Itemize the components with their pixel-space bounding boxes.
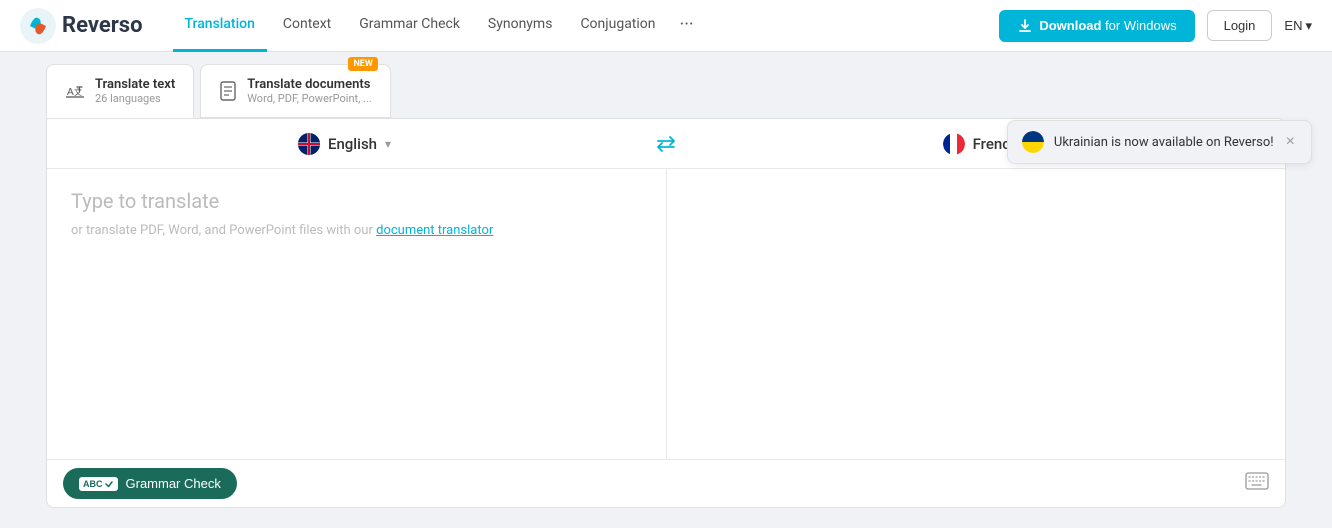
new-badge: NEW — [348, 57, 377, 71]
text-areas: Type to translate or translate PDF, Word… — [47, 169, 1285, 459]
translation-box: English ▾ — [46, 118, 1286, 508]
nav-more[interactable]: ··· — [672, 0, 702, 52]
svg-text:文: 文 — [74, 87, 82, 97]
translate-text-icon: A 文 — [65, 81, 85, 101]
swap-languages-button[interactable] — [642, 127, 690, 161]
download-button[interactable]: Download for Windows — [999, 10, 1194, 42]
tab-bar: A 文 Translate text 26 languages NEW Tran… — [0, 52, 1332, 118]
tab-translate-text[interactable]: A 文 Translate text 26 languages — [46, 64, 194, 118]
notification-close-button[interactable]: × — [1284, 133, 1297, 151]
grammar-check-label: Grammar Check — [126, 476, 221, 491]
source-panel-bottom: ABC Grammar Check — [47, 459, 1285, 507]
nav-translation[interactable]: Translation — [173, 0, 267, 52]
grammar-check-button[interactable]: ABC Grammar Check — [63, 468, 237, 499]
chevron-down-icon: ▾ — [1305, 18, 1312, 34]
tab-doc-info: Translate documents Word, PDF, PowerPoin… — [247, 77, 372, 105]
nav-context[interactable]: Context — [271, 0, 343, 52]
tab-translate-documents[interactable]: NEW Translate documents Word, PDF, Power… — [200, 64, 391, 118]
nav-conjugation[interactable]: Conjugation — [568, 0, 667, 52]
target-text-panel — [667, 169, 1286, 459]
download-icon — [1017, 18, 1033, 34]
svg-text:A: A — [67, 87, 74, 98]
source-lang-chevron: ▾ — [385, 137, 391, 151]
source-language-selector[interactable]: English ▾ — [47, 123, 642, 165]
tab-text-info: Translate text 26 languages — [95, 77, 175, 105]
header-actions: Download for Windows Login EN ▾ — [999, 10, 1312, 42]
keyboard-button[interactable] — [1245, 472, 1269, 495]
notification-text: Ukrainian is now available on Reverso! — [1054, 135, 1274, 150]
main-nav: Translation Context Grammar Check Synony… — [173, 0, 1000, 52]
source-language-label: English — [328, 135, 377, 153]
english-flag — [298, 133, 320, 155]
main-content: English ▾ — [0, 118, 1332, 528]
placeholder-main: Type to translate — [71, 189, 642, 213]
login-button[interactable]: Login — [1207, 10, 1273, 41]
notification-bar: Ukrainian is now available on Reverso! × — [1007, 120, 1312, 164]
logo[interactable]: Reverso — [20, 8, 143, 44]
swap-icon — [656, 135, 676, 153]
header: Reverso Translation Context Grammar Chec… — [0, 0, 1332, 52]
placeholder-sub: or translate PDF, Word, and PowerPoint f… — [71, 223, 642, 238]
keyboard-icon — [1245, 472, 1269, 490]
nav-grammar-check[interactable]: Grammar Check — [347, 0, 472, 52]
source-text-panel: Type to translate or translate PDF, Word… — [47, 169, 667, 459]
check-icon — [104, 479, 114, 489]
document-icon — [219, 81, 237, 101]
abc-badge: ABC — [79, 477, 118, 491]
document-translator-link[interactable]: document translator — [376, 223, 493, 238]
french-flag — [943, 133, 965, 155]
logo-text: Reverso — [62, 13, 143, 38]
language-switcher[interactable]: EN ▾ — [1284, 18, 1312, 34]
ukrainian-flag — [1022, 131, 1044, 153]
nav-synonyms[interactable]: Synonyms — [476, 0, 565, 52]
